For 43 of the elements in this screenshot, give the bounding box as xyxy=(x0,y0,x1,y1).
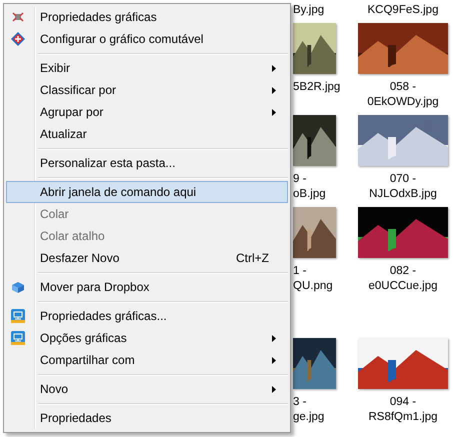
submenu-arrow-icon xyxy=(272,335,276,342)
menu-item[interactable]: Propriedades gráficas... xyxy=(6,305,288,327)
file-name: 058 - xyxy=(390,80,416,95)
file-name: 082 - xyxy=(390,264,416,279)
file-name: 1 - xyxy=(293,264,308,279)
file-name: NJLOdxB.jpg xyxy=(369,187,437,202)
file-name: ge.jpg xyxy=(293,410,326,425)
menu-item[interactable]: Mover para Dropbox xyxy=(6,276,288,298)
menu-item[interactable]: Desfazer Novo Ctrl+Z xyxy=(6,247,288,269)
file-name: RS8fQm1.jpg xyxy=(368,410,438,425)
menu-item[interactable]: Configurar o gráfico comutável xyxy=(6,28,288,50)
menu-item[interactable]: Agrupar por xyxy=(6,101,288,123)
shortcut-text: Ctrl+Z xyxy=(236,250,269,267)
file-name: 070 - xyxy=(390,172,416,187)
monitor-icon xyxy=(10,308,26,324)
menu-item[interactable]: Compartilhar com xyxy=(6,349,288,371)
file-name: QU.png xyxy=(293,279,334,294)
submenu-arrow-icon xyxy=(272,386,276,393)
file-name: 3 - xyxy=(293,395,308,410)
monitor-icon xyxy=(10,330,26,346)
file-name: e0UCCue.jpg xyxy=(368,279,438,294)
menu-item[interactable]: Novo xyxy=(6,378,288,400)
file-name: 0EkOWDy.jpg xyxy=(367,95,439,110)
menu-item[interactable]: Classificar por xyxy=(6,79,288,101)
menu-item[interactable]: Opções gráficas xyxy=(6,327,288,349)
menu-item[interactable]: Propriedades gráficas xyxy=(6,6,288,28)
submenu-arrow-icon xyxy=(272,109,276,116)
submenu-arrow-icon xyxy=(272,65,276,72)
file-name: 5B2R.jpg xyxy=(293,80,342,95)
file-name: KCQ9FeS.jpg xyxy=(368,3,438,18)
menu-item[interactable]: Personalizar esta pasta... xyxy=(6,152,288,174)
file-name: oB.jpg xyxy=(293,187,327,202)
box-icon xyxy=(10,279,26,295)
file-name: By.jpg xyxy=(293,3,326,18)
diamond-icon xyxy=(10,31,26,47)
menu-item[interactable]: Propriedades xyxy=(6,407,288,429)
menu-item[interactable]: Exibir xyxy=(6,57,288,79)
submenu-arrow-icon xyxy=(272,357,276,364)
menu-item[interactable]: Abrir janela de comando aqui xyxy=(6,181,288,203)
file-name: 094 - xyxy=(390,395,416,410)
file-name: 9 - xyxy=(293,172,308,187)
submenu-arrow-icon xyxy=(272,87,276,94)
menu-item[interactable]: Atualizar xyxy=(6,123,288,145)
